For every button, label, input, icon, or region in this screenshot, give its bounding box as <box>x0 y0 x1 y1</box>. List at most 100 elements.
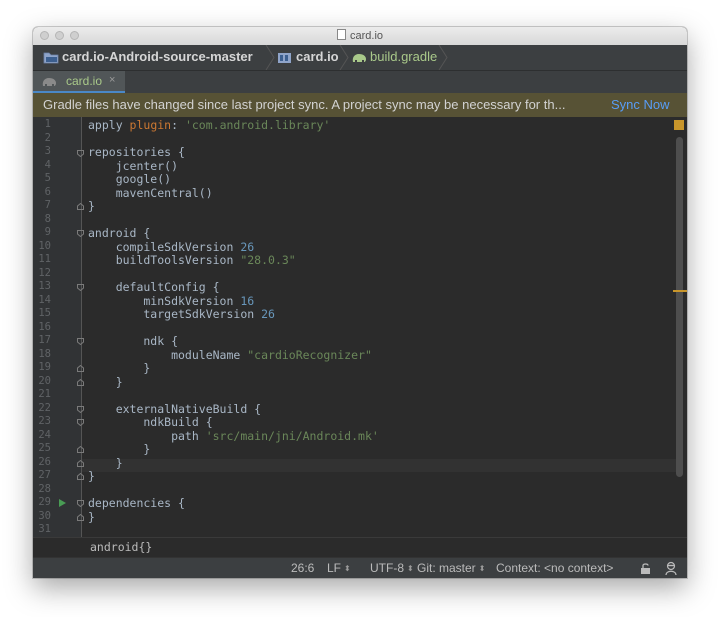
gradle-elephant-icon <box>352 54 366 62</box>
code-token-number: 16 <box>240 293 255 308</box>
warning-stripe-marker[interactable] <box>673 290 687 292</box>
code-line-7: } <box>88 199 95 213</box>
code-token: compileSdkVersion <box>88 239 241 254</box>
line-number: 29 <box>38 496 51 508</box>
folder-icon <box>43 52 59 64</box>
fold-end-icon[interactable] <box>77 203 84 210</box>
line-number: 15 <box>38 307 51 319</box>
code-editor[interactable]: 1 2 3 4 5 6 7 8 9 10 11 12 13 14 15 16 17 18 19 20 21 22 23 24 2… <box>33 117 687 537</box>
nav-crumb-module[interactable]: card.io <box>296 49 339 64</box>
context-indicator[interactable]: Context: <no context> <box>496 561 613 575</box>
gradle-elephant-icon <box>42 78 56 86</box>
vertical-scrollbar[interactable] <box>676 137 683 477</box>
line-number: 16 <box>38 320 51 333</box>
code-token-string: 'src/main/jni/Android.mk' <box>205 428 379 443</box>
code-line-13: defaultConfig { <box>88 280 220 294</box>
fold-open-icon[interactable] <box>77 230 84 237</box>
code-line-29: dependencies { <box>88 496 185 510</box>
line-number: 1 <box>44 118 51 130</box>
code-line-15: targetSdkVersion 26 <box>88 307 275 321</box>
code-token: minSdkVersion <box>88 293 241 308</box>
fold-end-icon[interactable] <box>77 459 84 467</box>
code-line-5: google() <box>88 172 172 186</box>
close-icon[interactable]: × <box>109 74 115 86</box>
nav-crumb-project[interactable]: card.io-Android-source-master <box>62 49 253 64</box>
chevron-right-icon <box>438 45 448 70</box>
fold-open-icon[interactable] <box>77 150 84 157</box>
encoding-selector[interactable]: UTF-8 ⬍ <box>370 561 414 575</box>
fold-open-icon[interactable] <box>77 405 84 413</box>
fold-end-icon[interactable] <box>77 446 84 453</box>
lock-open-icon[interactable] <box>640 562 652 575</box>
code-line-24: path 'src/main/jni/Android.mk' <box>88 429 379 443</box>
code-token-keyword: plugin <box>129 118 172 132</box>
up-down-arrows-icon: ⬍ <box>344 564 351 573</box>
editor-tab-card-io[interactable]: card.io × <box>33 71 125 93</box>
inspector-hector-icon[interactable] <box>664 561 678 576</box>
navigation-bar: card.io-Android-source-master card.io bu… <box>33 45 687 71</box>
line-number: 9 <box>44 226 51 238</box>
code-token-number: 26 <box>240 239 255 254</box>
code-token: targetSdkVersion <box>88 307 262 321</box>
module-icon <box>278 53 291 63</box>
sync-now-link[interactable]: Sync Now <box>611 97 670 112</box>
line-number: 27 <box>38 469 51 481</box>
fold-open-icon[interactable] <box>77 338 84 345</box>
fold-open-icon[interactable] <box>77 500 84 507</box>
code-line-17: ndk { <box>88 334 179 348</box>
code-line-18: moduleName "cardioRecognizer" <box>88 348 372 362</box>
chevron-right-icon <box>265 45 275 70</box>
git-branch-selector[interactable]: Git: master ⬍ <box>417 561 485 575</box>
run-gutter-icon[interactable] <box>59 499 66 507</box>
title-bar: card.io <box>33 27 687 46</box>
code-line-25: } <box>88 442 151 456</box>
line-number: 6 <box>44 185 51 198</box>
line-number: 7 <box>44 199 51 211</box>
line-separator-label: LF <box>327 561 342 575</box>
code-token-string: 'com.android.library' <box>184 118 331 132</box>
code-line-4: jcenter() <box>88 158 179 173</box>
fold-open-icon[interactable] <box>77 419 84 426</box>
encoding-label: UTF-8 <box>370 561 404 575</box>
code-line-23: ndkBuild { <box>88 415 213 429</box>
fold-end-icon[interactable] <box>77 513 84 521</box>
code-line-11: buildToolsVersion "28.0.3" <box>88 253 296 267</box>
nav-crumb-file[interactable]: build.gradle <box>370 49 437 64</box>
code-token: apply <box>88 118 130 132</box>
line-number: 12 <box>38 266 51 279</box>
git-branch-label: Git: master <box>417 561 476 575</box>
code-token-string: "cardioRecognizer" <box>247 347 372 362</box>
line-number: 28 <box>38 482 51 495</box>
fold-end-icon[interactable] <box>77 473 84 480</box>
fold-end-icon[interactable] <box>77 365 84 372</box>
fold-open-icon[interactable] <box>77 284 84 291</box>
code-token: path <box>88 428 206 443</box>
line-number: 2 <box>44 131 51 144</box>
line-separator-selector[interactable]: LF ⬍ <box>327 561 351 575</box>
editor-tab-bar: card.io × <box>33 71 687 93</box>
line-number: 5 <box>44 172 51 184</box>
code-line-26: } <box>88 455 123 470</box>
line-number: 25 <box>38 442 51 454</box>
code-line-19: } <box>88 361 151 375</box>
line-number: 3 <box>44 145 51 157</box>
code-line-1: apply plugin: 'com.android.library' <box>88 118 330 132</box>
status-bar: 26:6 LF ⬍ UTF-8 ⬍ Git: master ⬍ Context: <n… <box>33 557 687 578</box>
code-token: moduleName <box>88 347 248 362</box>
chevron-right-icon <box>339 45 349 70</box>
code-line-6: mavenCentral() <box>88 185 213 200</box>
line-number: 20 <box>38 374 51 387</box>
code-line-14: minSdkVersion 16 <box>88 294 254 308</box>
line-number: 21 <box>38 388 51 400</box>
code-token-string: "28.0.3" <box>240 253 296 267</box>
ide-window: card.io card.io-Android-source-master ca… <box>33 27 687 578</box>
line-number: 26 <box>38 455 51 468</box>
tab-label: card.io <box>66 74 103 88</box>
gradle-sync-banner: Gradle files have changed since last pro… <box>33 93 687 117</box>
line-number: 11 <box>38 253 51 265</box>
fold-end-icon[interactable] <box>77 378 84 386</box>
code-breadcrumb[interactable]: android{} <box>90 540 152 554</box>
inspection-status-icon[interactable] <box>674 120 684 130</box>
caret-position[interactable]: 26:6 <box>291 561 314 575</box>
line-number: 14 <box>38 293 51 306</box>
